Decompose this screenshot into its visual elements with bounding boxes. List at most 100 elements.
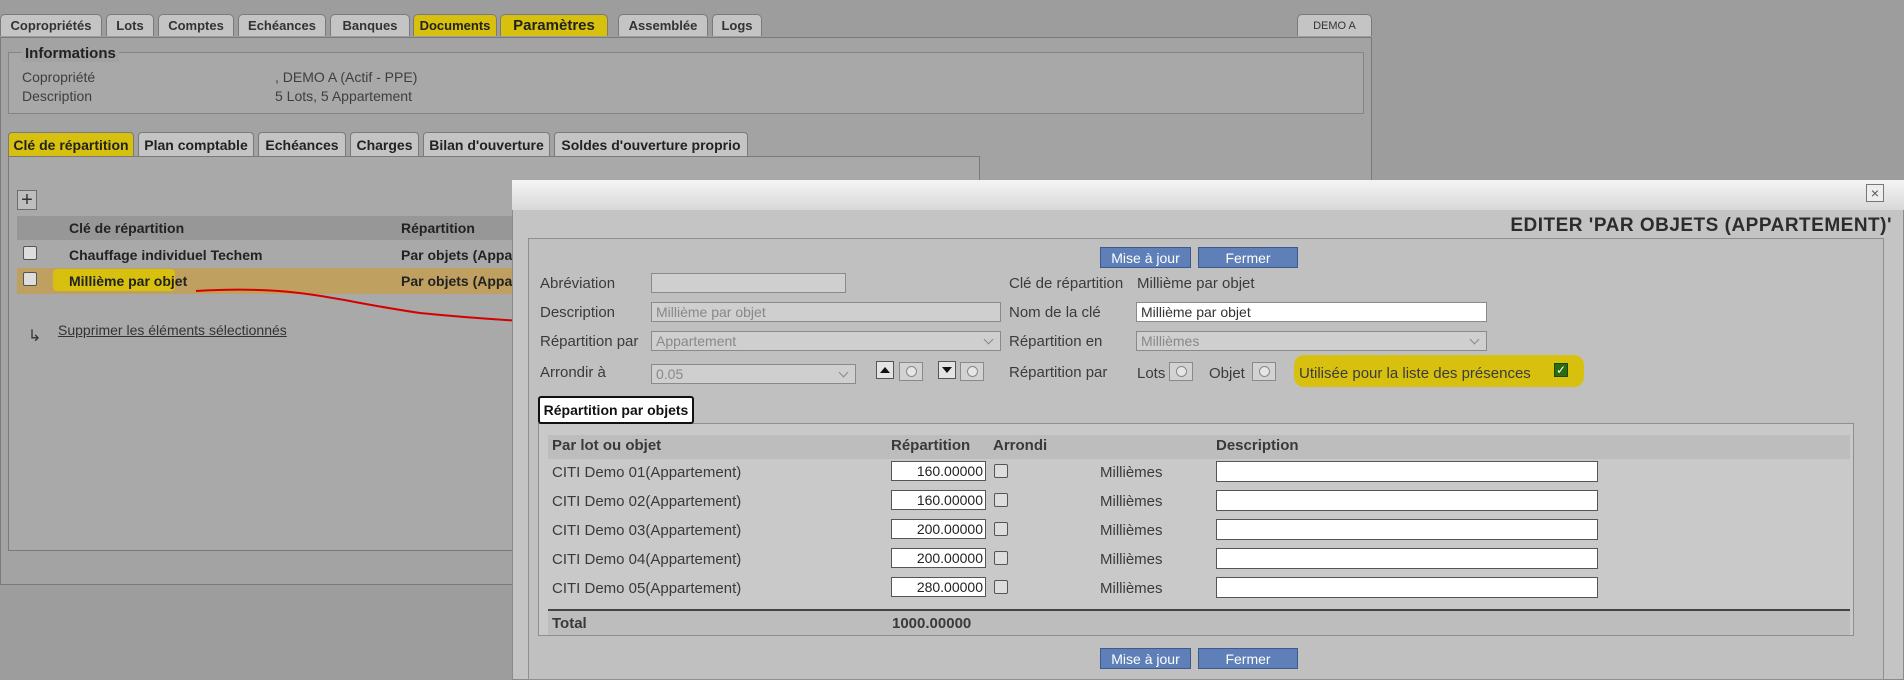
label-presence: Utilisée pour la liste des présences xyxy=(1299,365,1531,382)
label-objet: Objet xyxy=(1209,365,1245,382)
tab-demo-a[interactable]: DEMO A xyxy=(1297,14,1372,36)
tab-documents[interactable]: Documents xyxy=(413,14,497,36)
table-row-unit: Millièmes xyxy=(1100,493,1163,510)
tab-echeances[interactable]: Echéances xyxy=(238,14,326,36)
row-repartition: Par objets (Appa xyxy=(401,273,513,289)
arrondi-checkbox[interactable] xyxy=(994,551,1008,565)
tab-repartition-objets[interactable]: Répartition par objets xyxy=(538,396,694,424)
add-button[interactable]: + xyxy=(17,190,37,210)
subtab-cle-repartition[interactable]: Clé de répartition xyxy=(8,132,134,156)
row-name: Millième par objet xyxy=(69,273,188,289)
total-row xyxy=(548,609,1850,635)
cle-value: Millième par objet xyxy=(1137,275,1255,292)
col-par-lot: Par lot ou objet xyxy=(552,437,662,454)
tab-assemblee[interactable]: Assemblée xyxy=(618,14,708,36)
arrondi-checkbox[interactable] xyxy=(994,493,1008,507)
repartition-input[interactable]: 200.00000 xyxy=(891,519,986,539)
description-input[interactable] xyxy=(1216,548,1598,569)
col-cle: Clé de répartition xyxy=(69,220,185,236)
description-input[interactable] xyxy=(1216,577,1598,598)
delete-selected-link[interactable]: Supprimer les éléments sélectionnés xyxy=(58,322,287,338)
repartition-input[interactable]: 160.00000 xyxy=(891,461,986,481)
label-lots: Lots xyxy=(1137,365,1166,382)
col-repartition: Répartition xyxy=(401,220,475,236)
round-down-icon[interactable] xyxy=(938,361,956,379)
round-down-radio[interactable] xyxy=(960,362,984,381)
repartition-input[interactable]: 200.00000 xyxy=(891,548,986,568)
row-name: Chauffage individuel Techem xyxy=(69,247,263,263)
lots-radio[interactable] xyxy=(1169,362,1193,381)
presence-checkbox[interactable]: ✓ xyxy=(1554,363,1568,377)
arrondir-select[interactable]: 0.05 xyxy=(651,364,856,384)
tab-coproprietes[interactable]: Copropriétés xyxy=(0,14,102,36)
close-button-bottom[interactable]: Fermer xyxy=(1198,648,1298,669)
col-description: Description xyxy=(1216,437,1299,454)
tab-logs[interactable]: Logs xyxy=(712,14,762,36)
subtab-charges[interactable]: Charges xyxy=(350,132,419,156)
total-label: Total xyxy=(552,615,587,632)
table-row-unit: Millièmes xyxy=(1100,464,1163,481)
repartition-par-select[interactable]: Appartement xyxy=(651,331,1001,351)
label-abreviation: Abréviation xyxy=(540,275,616,292)
total-value: 1000.00000 xyxy=(892,615,972,632)
info-label-copropriete: Copropriété xyxy=(22,69,96,85)
abreviation-input[interactable] xyxy=(651,273,846,293)
row-checkbox[interactable] xyxy=(23,272,37,286)
repartition-en-select[interactable]: Millièmes xyxy=(1136,331,1487,351)
tab-parametres[interactable]: Paramètres xyxy=(500,14,608,36)
table-header xyxy=(548,435,1850,459)
table-row-unit: Millièmes xyxy=(1100,551,1163,568)
table-row-unit: Millièmes xyxy=(1100,580,1163,597)
tab-comptes[interactable]: Comptes xyxy=(158,14,234,36)
info-value-copropriete: , DEMO A (Actif - PPE) xyxy=(275,69,418,85)
label-arrondir: Arrondir à xyxy=(540,364,606,381)
info-title: Informations xyxy=(22,45,119,62)
tab-lots[interactable]: Lots xyxy=(106,14,154,36)
info-value-description: 5 Lots, 5 Appartement xyxy=(275,88,412,104)
close-icon[interactable]: × xyxy=(1866,184,1884,202)
description-input[interactable] xyxy=(1216,461,1598,482)
update-button-bottom[interactable]: Mise à jour xyxy=(1100,648,1191,669)
subtab-bilan-ouverture[interactable]: Bilan d'ouverture xyxy=(423,132,550,156)
description-input[interactable] xyxy=(1216,519,1598,540)
col-repartition: Répartition xyxy=(891,437,971,454)
label-repartition-par: Répartition par xyxy=(540,333,639,350)
round-up-radio[interactable] xyxy=(899,362,923,381)
list-row[interactable]: Chauffage individuel Techem Par objets (… xyxy=(17,242,517,268)
subtab-plan-comptable[interactable]: Plan comptable xyxy=(138,132,254,156)
info-label-description: Description xyxy=(22,88,93,104)
col-arrondi: Arrondi xyxy=(993,437,1048,454)
update-button-top[interactable]: Mise à jour xyxy=(1100,247,1191,268)
table-row-name: CITI Demo 02(Appartement) xyxy=(552,493,742,510)
table-row-name: CITI Demo 04(Appartement) xyxy=(552,551,742,568)
table-row-unit: Millièmes xyxy=(1100,522,1163,539)
label-repartition-par-2: Répartition par xyxy=(1009,364,1108,381)
description-input[interactable] xyxy=(1216,490,1598,511)
close-button-top[interactable]: Fermer xyxy=(1198,247,1298,268)
label-repartition-en: Répartition en xyxy=(1009,333,1103,350)
row-repartition: Par objets (Appa xyxy=(401,247,513,263)
table-row-name: CITI Demo 03(Appartement) xyxy=(552,522,742,539)
arrondi-checkbox[interactable] xyxy=(994,464,1008,478)
round-up-icon[interactable] xyxy=(876,361,894,379)
nom-input[interactable]: Millième par objet xyxy=(1136,302,1487,322)
info-box xyxy=(8,52,1364,114)
repartition-input[interactable]: 280.00000 xyxy=(891,577,986,597)
return-arrow-icon: ↳ xyxy=(28,328,42,345)
subtab-soldes-ouverture[interactable]: Soldes d'ouverture proprio xyxy=(554,132,748,156)
objet-radio[interactable] xyxy=(1252,362,1276,381)
tab-banques[interactable]: Banques xyxy=(330,14,410,36)
description-input[interactable]: Millième par objet xyxy=(651,302,1001,322)
repartition-input[interactable]: 160.00000 xyxy=(891,490,986,510)
row-checkbox[interactable] xyxy=(23,246,37,260)
table-row-name: CITI Demo 05(Appartement) xyxy=(552,580,742,597)
subtab-echeances[interactable]: Echéances xyxy=(258,132,346,156)
table-row-name: CITI Demo 01(Appartement) xyxy=(552,464,742,481)
label-description: Description xyxy=(540,304,616,321)
dialog-title: EDITER 'PAR OBJETS (APPARTEMENT)' xyxy=(1510,215,1892,236)
label-nom: Nom de la clé xyxy=(1009,304,1101,321)
dialog-titlebar xyxy=(512,180,1904,210)
list-row-selected[interactable]: Millième par objet Par objets (Appa xyxy=(17,268,517,294)
arrondi-checkbox[interactable] xyxy=(994,522,1008,536)
arrondi-checkbox[interactable] xyxy=(994,580,1008,594)
